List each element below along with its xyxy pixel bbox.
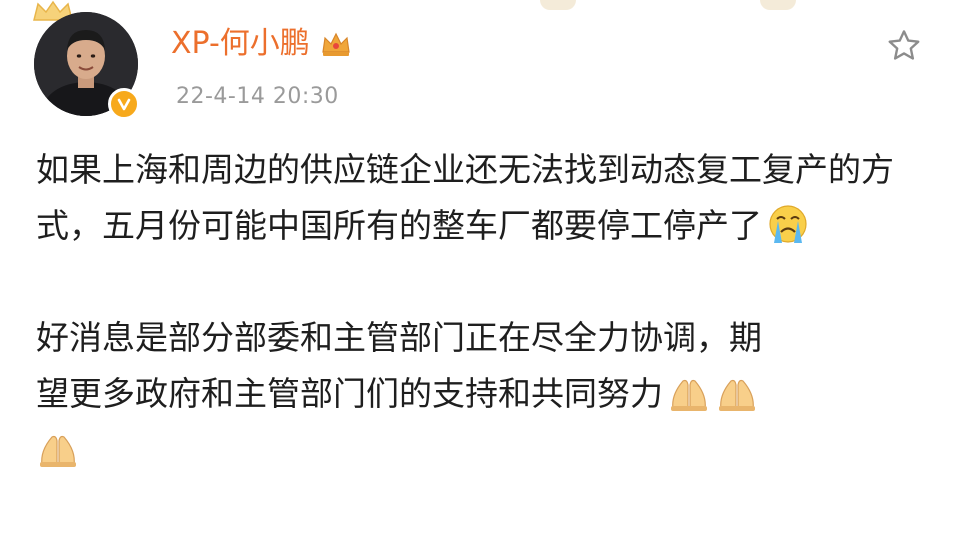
favorite-button[interactable] <box>882 24 926 68</box>
post-content: 如果上海和周边的供应链企业还无法找到动态复工复产的方式，五月份可能中国所有的整车… <box>36 142 936 478</box>
author-name-text: XP-何小鹏 <box>171 26 310 61</box>
folded-hands-emoji <box>719 379 755 411</box>
post-paragraph-text: 好消息是部分部委和主管部门正在尽全力协调，期 <box>36 318 762 357</box>
star-icon <box>888 30 920 60</box>
avatar[interactable] <box>34 12 140 120</box>
crown-vip-icon <box>322 32 350 56</box>
folded-hands-emoji <box>671 379 707 411</box>
folded-hands-emoji <box>40 435 76 467</box>
crying-face-emoji <box>769 205 807 243</box>
verified-badge-icon <box>108 88 140 120</box>
author-name[interactable]: XP-何小鹏 <box>171 26 352 62</box>
post-timestamp: 22-4-14 20:30 <box>176 84 339 109</box>
top-decoration <box>760 0 796 10</box>
post-paragraph: 如果上海和周边的供应链企业还无法找到动态复工复产的方式，五月份可能中国所有的整车… <box>36 142 936 254</box>
top-decoration <box>540 0 576 10</box>
post-paragraph: 好消息是部分部委和主管部门正在尽全力协调，期 望更多政府和主管部门们的支持和共同努… <box>36 310 936 478</box>
post-paragraph-text: 望更多政府和主管部门们的支持和共同努力 <box>36 374 663 413</box>
